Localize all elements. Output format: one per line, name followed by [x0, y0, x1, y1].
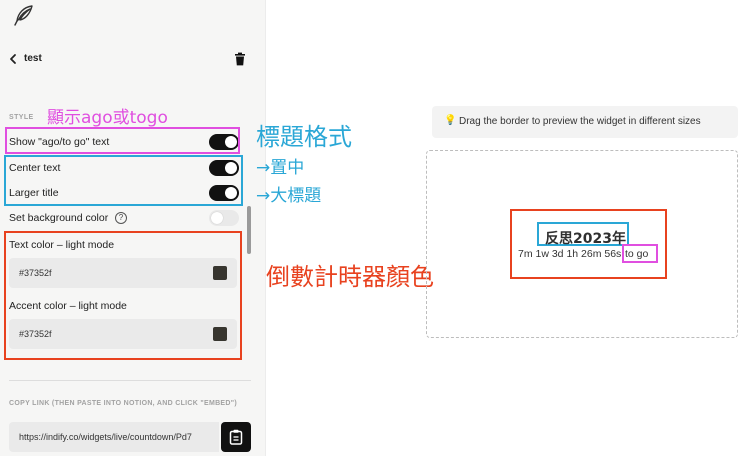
accent-color-value: #37352f — [19, 329, 52, 339]
copy-link-button[interactable] — [221, 422, 251, 452]
panel-scrollbar[interactable] — [247, 206, 251, 254]
page-title: test — [24, 53, 42, 64]
toggle-label: Larger title — [9, 187, 59, 199]
accent-color-label: Accent color – light mode — [9, 300, 127, 312]
annotation-title-format-text: 標題格式 — [256, 123, 352, 151]
toggle-row-background-color: Set background color ? — [9, 209, 241, 227]
toggle-knob — [225, 162, 237, 174]
widget-title: 反思2023年 — [545, 231, 626, 247]
annotation-center-text: →置中 — [256, 158, 305, 178]
clipboard-icon — [229, 429, 243, 445]
annotation-timer-color-text: 倒數計時器顏色 — [266, 263, 434, 291]
hint-text: Drag the border to preview the widget in… — [459, 116, 701, 127]
header-row: test — [0, 48, 266, 72]
countdown-suffix: to go — [625, 248, 649, 260]
text-color-input[interactable]: #37352f — [9, 258, 237, 288]
preview-hint: 💡 Drag the border to preview the widget … — [432, 106, 738, 138]
toggle-row-ago-to-go: Show "ago/to go" text — [9, 133, 241, 151]
accent-color-swatch[interactable] — [213, 327, 227, 341]
toggle-row-larger-title: Larger title — [9, 184, 241, 202]
widget-link-input[interactable]: https://indify.co/widgets/live/countdown… — [9, 422, 219, 452]
accent-color-input[interactable]: #37352f — [9, 319, 237, 349]
settings-panel: test STYLE Show "ago/to go" text Center … — [0, 0, 266, 456]
toggle-knob — [211, 212, 223, 224]
toggle-knob — [225, 136, 237, 148]
toggle-knob — [225, 187, 237, 199]
section-divider — [9, 380, 251, 381]
text-color-label: Text color – light mode — [9, 239, 115, 251]
toggle-label: Set background color — [9, 212, 109, 224]
toggle-row-center-text: Center text — [9, 159, 241, 177]
text-color-value: #37352f — [19, 268, 52, 278]
background-color-toggle[interactable] — [209, 210, 239, 226]
style-section-label: STYLE — [9, 114, 34, 121]
ago-to-go-toggle[interactable] — [209, 134, 239, 150]
annotation-ago-togo-text: 顯示ago或togo — [47, 108, 168, 128]
toggle-label: Center text — [9, 162, 61, 174]
lightbulb-icon: 💡 — [444, 115, 457, 126]
annotation-larger-title-text: →大標題 — [256, 186, 322, 206]
text-color-swatch[interactable] — [213, 266, 227, 280]
larger-title-toggle[interactable] — [209, 185, 239, 201]
toggle-label: Show "ago/to go" text — [9, 136, 110, 148]
feather-logo-icon — [14, 5, 33, 26]
center-text-toggle[interactable] — [209, 160, 239, 176]
help-icon[interactable]: ? — [115, 212, 127, 224]
copy-link-label: COPY LINK (THEN PASTE INTO NOTION, AND C… — [9, 400, 238, 407]
chevron-left-icon[interactable] — [8, 52, 18, 66]
countdown-text: 7m 1w 3d 1h 26m 56s — [518, 248, 622, 260]
trash-icon[interactable] — [233, 52, 247, 66]
